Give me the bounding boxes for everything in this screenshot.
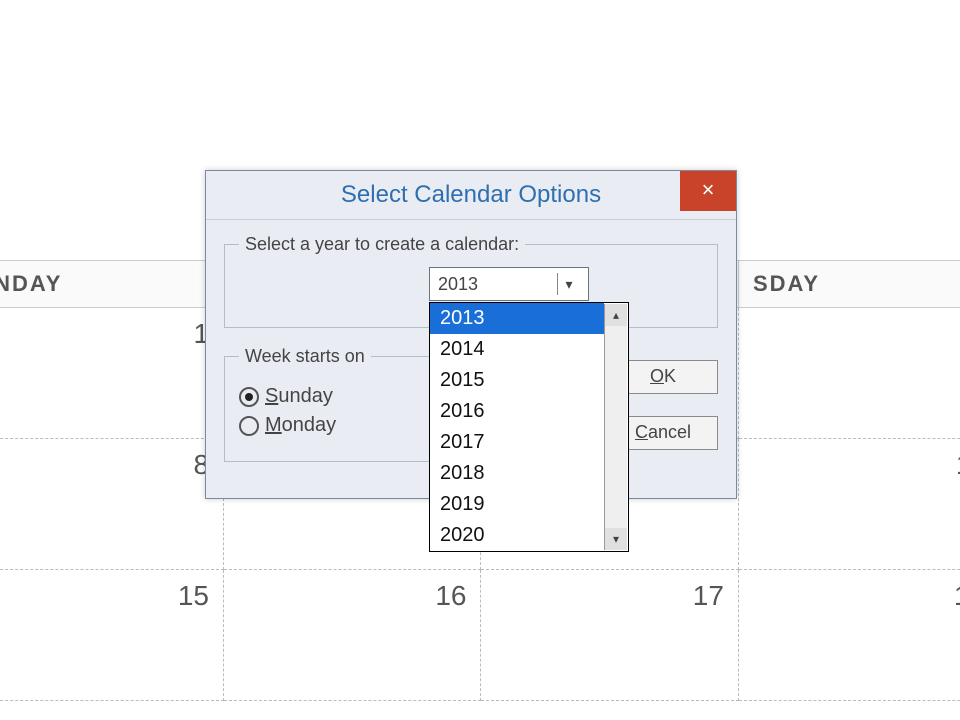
year-option[interactable]: 2017	[430, 427, 604, 458]
day-cell[interactable]: 17	[481, 570, 738, 701]
scroll-up-icon[interactable]: ▴	[605, 304, 627, 326]
year-combobox-value: 2013	[438, 274, 557, 295]
radio-icon	[239, 416, 259, 436]
day-cell[interactable]: 1	[0, 308, 224, 439]
scroll-down-icon[interactable]: ▾	[605, 528, 627, 550]
day-header: ONDAY	[0, 261, 224, 308]
year-combobox[interactable]: 2013 ▾	[429, 267, 589, 301]
chevron-down-icon: ▾	[557, 273, 580, 295]
year-option[interactable]: 2015	[430, 365, 604, 396]
day-cell[interactable]: 16	[224, 570, 481, 701]
cancel-button-label: Cancel	[635, 422, 691, 442]
ok-button-label: OK	[650, 366, 676, 386]
year-dropdown-list[interactable]: 2013 2014 2015 2016 2017 2018 2019 2020 …	[429, 302, 629, 552]
day-cell[interactable]: 11	[738, 439, 960, 570]
year-option[interactable]: 2016	[430, 396, 604, 427]
year-option[interactable]: 2019	[430, 489, 604, 520]
dialog-title: Select Calendar Options	[341, 171, 601, 219]
day-cell[interactable]: 15	[0, 570, 224, 701]
radio-icon	[239, 387, 259, 407]
calendar-options-dialog: Select Calendar Options × Select a year …	[205, 170, 737, 499]
day-header: SDAY	[738, 261, 960, 308]
week-starts-legend: Week starts on	[239, 346, 371, 367]
year-option[interactable]: 2013	[430, 303, 604, 334]
dialog-titlebar[interactable]: Select Calendar Options ×	[206, 171, 736, 220]
radio-sunday-label: Sunday	[265, 385, 333, 408]
day-cell[interactable]: 8	[0, 439, 224, 570]
close-button[interactable]: ×	[680, 171, 736, 211]
day-cell[interactable]: 18	[738, 570, 960, 701]
year-option[interactable]: 2018	[430, 458, 604, 489]
day-cell[interactable]: 4	[738, 308, 960, 439]
close-icon: ×	[702, 177, 715, 202]
radio-monday-label: Monday	[265, 414, 336, 437]
year-group-legend: Select a year to create a calendar:	[239, 234, 525, 255]
dropdown-scrollbar[interactable]: ▴ ▾	[604, 304, 627, 550]
year-option[interactable]: 2020	[430, 520, 604, 551]
year-group: Select a year to create a calendar: 2013…	[224, 234, 718, 328]
year-option[interactable]: 2014	[430, 334, 604, 365]
